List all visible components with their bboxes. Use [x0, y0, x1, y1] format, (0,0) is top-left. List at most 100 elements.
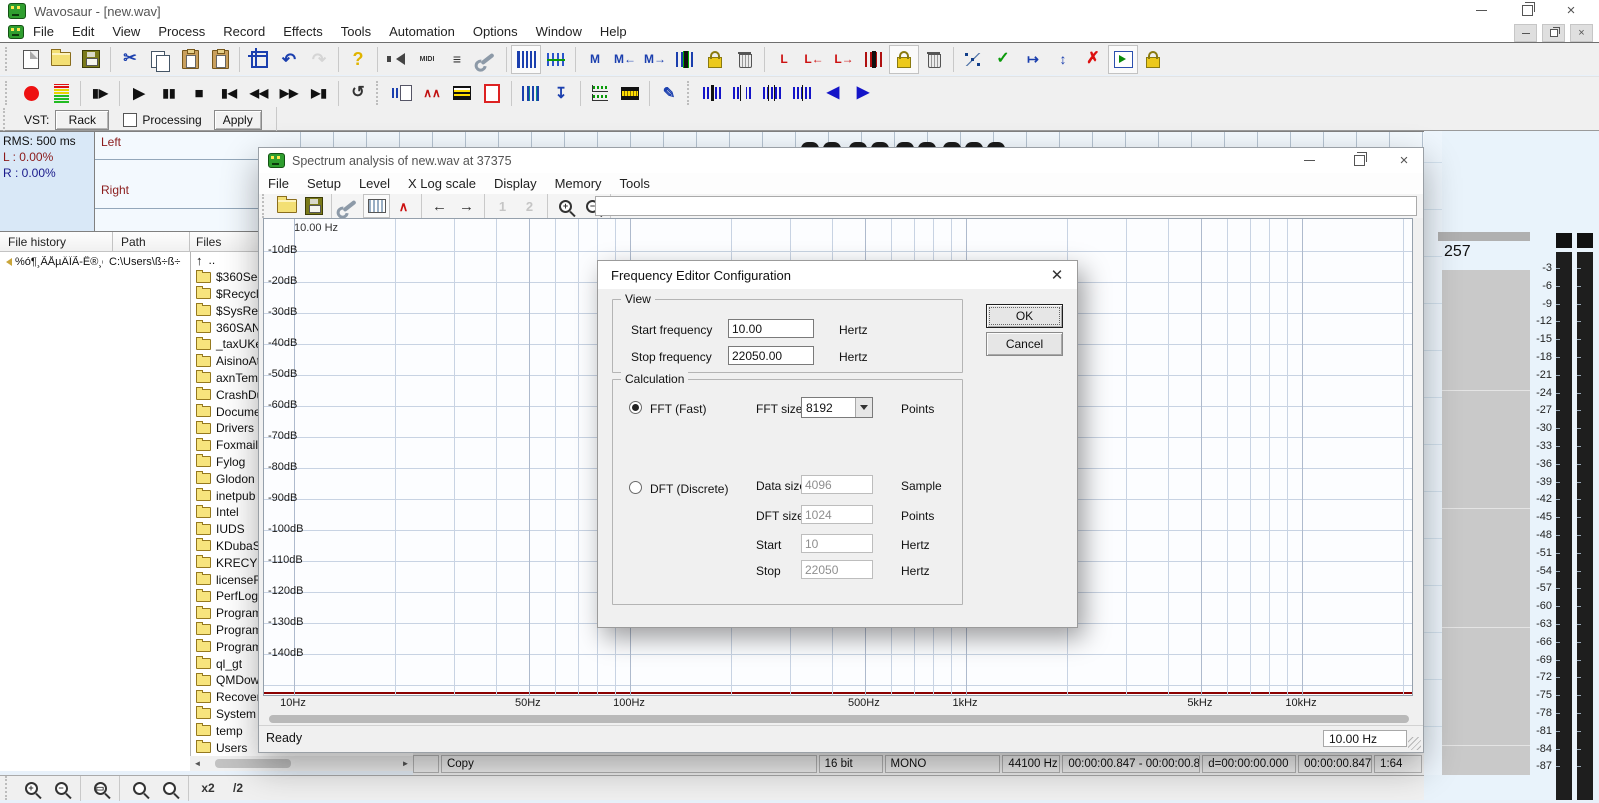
- envelope-vertical-button[interactable]: ↕: [1048, 45, 1078, 74]
- go-to-end-button[interactable]: ▶▮: [304, 79, 334, 108]
- spectrum-menu-memory[interactable]: Memory: [546, 174, 611, 194]
- pause-button[interactable]: ▮▮: [154, 79, 184, 108]
- menu-file[interactable]: File: [24, 22, 63, 42]
- crop-selection-button[interactable]: [244, 45, 274, 74]
- pencil-edit-button[interactable]: ✎: [654, 79, 684, 108]
- menu-tools[interactable]: Tools: [332, 22, 380, 42]
- envelope-line-button[interactable]: ↦: [1018, 45, 1048, 74]
- combobox-dropdown-icon[interactable]: [855, 398, 872, 417]
- envelope-lock-button[interactable]: [1138, 45, 1168, 74]
- zoom-half-button[interactable]: /2: [223, 774, 253, 803]
- channel-analysis-button[interactable]: [585, 79, 615, 108]
- loop-point-next-button[interactable]: L→: [829, 45, 859, 74]
- marker-delete-button[interactable]: [730, 45, 760, 74]
- waveform-markers-button[interactable]: [516, 79, 546, 108]
- input-meter-button[interactable]: [46, 79, 76, 108]
- copy-to-new-button[interactable]: [477, 79, 507, 108]
- play-from-cursor-button[interactable]: ▮▶: [85, 79, 115, 108]
- menu-view[interactable]: View: [103, 22, 149, 42]
- split-blocks-button[interactable]: [788, 79, 818, 108]
- zoom-in-button[interactable]: +: [552, 194, 579, 218]
- zoom-selection-button[interactable]: ▭: [85, 774, 115, 803]
- loop-point-insert-button[interactable]: L: [769, 45, 799, 74]
- go-to-start-button[interactable]: ▮◀: [214, 79, 244, 108]
- menu-automation[interactable]: Automation: [380, 22, 464, 42]
- start-frequency-input[interactable]: [728, 319, 814, 338]
- wave-scrollbar-fragment[interactable]: [1438, 232, 1530, 241]
- menu-effects[interactable]: Effects: [274, 22, 332, 42]
- close-button[interactable]: ×: [1553, 0, 1589, 21]
- fft-radio[interactable]: [629, 401, 642, 414]
- spectrum-horizontal-scrollbar[interactable]: [269, 715, 1409, 723]
- spectrum-menu-display[interactable]: Display: [485, 174, 546, 194]
- clip-indicator-left[interactable]: [1556, 233, 1572, 248]
- open-spectrum-button[interactable]: [273, 194, 300, 218]
- spectrum-settings-button[interactable]: [336, 194, 363, 218]
- cut-button[interactable]: ✂: [115, 45, 145, 74]
- loop-point-previous-button[interactable]: L←: [799, 45, 829, 74]
- sonogram-button[interactable]: [447, 79, 477, 108]
- dft-size-input[interactable]: [801, 505, 873, 524]
- spectrum-analysis-button[interactable]: ∧∧: [417, 79, 447, 108]
- zoom-x2-button[interactable]: x2: [193, 774, 223, 803]
- envelope-play-button[interactable]: [1108, 45, 1138, 74]
- rewind-button[interactable]: ◀◀: [244, 79, 274, 108]
- zoom-all-button[interactable]: [124, 774, 154, 803]
- next-frame-button[interactable]: →: [453, 194, 480, 218]
- marker-next-button[interactable]: M→: [640, 45, 670, 74]
- peak-display-mode-button[interactable]: ∧: [390, 194, 417, 218]
- envelope-apply-button[interactable]: ✓: [988, 45, 1018, 74]
- copy-button[interactable]: [145, 45, 175, 74]
- scroll-right-button[interactable]: ►: [398, 756, 413, 771]
- paste-button[interactable]: [175, 45, 205, 74]
- preferences-wrench-button[interactable]: [472, 45, 502, 74]
- remove-silence-button[interactable]: [728, 79, 758, 108]
- spectrum-menu-level[interactable]: Level: [350, 174, 399, 194]
- dialog-close-button[interactable]: ✕: [1045, 265, 1069, 285]
- play-button[interactable]: ▶: [124, 79, 154, 108]
- waveform-oscilloscope-button[interactable]: [615, 79, 645, 108]
- loop-delete-button[interactable]: [919, 45, 949, 74]
- audio-device-button[interactable]: [382, 45, 412, 74]
- previous-frame-button[interactable]: ←: [426, 194, 453, 218]
- loop-on-waveform-button[interactable]: [859, 45, 889, 74]
- marker-insert-button[interactable]: M: [580, 45, 610, 74]
- channel-1-button[interactable]: 1: [489, 194, 516, 218]
- mdi-close-button[interactable]: ×: [1570, 24, 1593, 42]
- options-list-button[interactable]: ≡: [442, 45, 472, 74]
- processing-checkbox[interactable]: [123, 113, 137, 127]
- waveform-document-button[interactable]: [387, 79, 417, 108]
- menu-record[interactable]: Record: [214, 22, 274, 42]
- help-button[interactable]: ?: [343, 45, 373, 74]
- resize-grip[interactable]: [1408, 737, 1421, 750]
- waveform-display-button[interactable]: [541, 45, 571, 74]
- menu-process[interactable]: Process: [149, 22, 214, 42]
- loop-playback-button[interactable]: ↺: [343, 79, 373, 108]
- paste-to-new-button[interactable]: [205, 45, 235, 74]
- dft-start-input[interactable]: [801, 534, 873, 553]
- open-file-button[interactable]: [46, 45, 76, 74]
- bar-display-mode-button[interactable]: [363, 194, 390, 218]
- clip-indicator-right[interactable]: [1577, 233, 1593, 248]
- dft-radio[interactable]: [629, 481, 642, 494]
- waveform-vertical-display-button[interactable]: [511, 45, 541, 74]
- channel-2-button[interactable]: 2: [516, 194, 543, 218]
- files-horizontal-scrollbar[interactable]: ◄ ►: [190, 756, 413, 771]
- cancel-button[interactable]: Cancel: [986, 332, 1063, 356]
- menu-edit[interactable]: Edit: [63, 22, 103, 42]
- spectrum-menu-setup[interactable]: Setup: [298, 174, 350, 194]
- spectrum-menu-x-log-scale[interactable]: X Log scale: [399, 174, 485, 194]
- data-size-input[interactable]: [801, 475, 873, 494]
- column-header-file-history[interactable]: File history: [0, 232, 113, 252]
- spectrum-minimize-button[interactable]: [1291, 150, 1327, 171]
- envelope-delete-button[interactable]: ✗: [1078, 45, 1108, 74]
- redo-button[interactable]: ↷: [304, 45, 334, 74]
- spectrum-menu-tools[interactable]: Tools: [611, 174, 659, 194]
- spectrum-titlebar[interactable]: Spectrum analysis of new.wav at 37375 ×: [259, 148, 1423, 173]
- record-button[interactable]: [16, 79, 46, 108]
- spectrum-maximize-button[interactable]: [1341, 150, 1377, 171]
- vst-rack-button[interactable]: Rack: [55, 110, 109, 130]
- fade-in-button[interactable]: ◀: [818, 79, 848, 108]
- fft-size-combobox[interactable]: 8192: [801, 397, 873, 418]
- expand-selection-button[interactable]: [758, 79, 788, 108]
